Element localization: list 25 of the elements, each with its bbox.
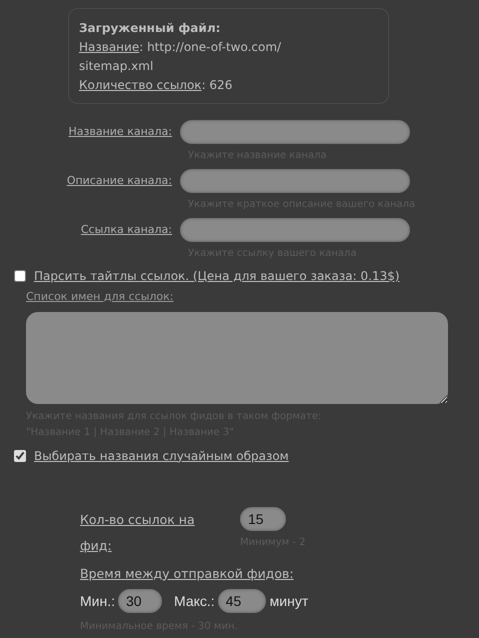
field-label: Список имен для ссылок: <box>26 289 174 305</box>
checkbox[interactable] <box>14 270 26 282</box>
field-label: Название канала: <box>68 124 173 140</box>
field-label: Описание канала: <box>66 172 173 189</box>
field-label: Кол-во ссылок на фид: <box>80 510 196 555</box>
min-label: Мин.: <box>80 592 115 611</box>
file-url: : http://one-of-two.com/ <box>139 40 282 54</box>
checkbox[interactable] <box>14 450 26 462</box>
link-count: : 626 <box>202 78 232 92</box>
text-field[interactable] <box>180 120 410 144</box>
unit-text: минут <box>270 592 308 611</box>
field-label: Название <box>79 40 140 54</box>
field-label: Количество ссылок <box>79 78 202 92</box>
max-label: Макс.: <box>174 592 215 611</box>
info-title: Загруженный файл: <box>79 20 222 37</box>
field-label: Ссылка канала: <box>80 222 173 238</box>
number-field[interactable]: 30 <box>118 589 162 614</box>
text-field[interactable] <box>180 169 410 193</box>
checkbox-label[interactable]: Выбирать названия случайным образом <box>34 446 289 464</box>
number-field[interactable]: 45 <box>218 589 266 614</box>
number-field[interactable]: 15 <box>240 506 286 530</box>
file-url: sitemap.xml <box>79 58 154 75</box>
field-label: Время между отправкой фидов: <box>80 564 295 583</box>
text-field[interactable] <box>180 218 410 242</box>
checkbox-label[interactable]: Парсить тайтлы ссылок. (Цена для вашего заказа: 0.13$) <box>34 267 400 285</box>
